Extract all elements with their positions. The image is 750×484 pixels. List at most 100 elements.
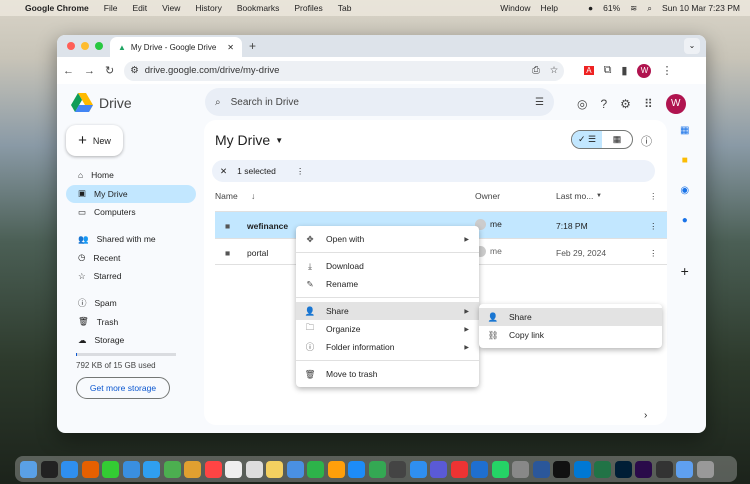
apps-grid-icon[interactable]: ⠿: [644, 97, 653, 111]
adobe-extension-icon[interactable]: A: [584, 66, 594, 75]
wifi-icon[interactable]: ≋: [630, 3, 637, 14]
dock-app-icon[interactable]: [655, 460, 673, 478]
dock-app-icon[interactable]: [409, 460, 427, 478]
new-tab-button[interactable]: +: [249, 39, 256, 53]
submenu-item-copy-link[interactable]: ⛓ Copy link: [479, 326, 662, 344]
dock-app-icon[interactable]: [184, 460, 201, 478]
calendar-icon[interactable]: ▦: [680, 125, 689, 136]
add-app-icon[interactable]: +: [681, 263, 689, 279]
dock-app-icon[interactable]: [61, 460, 78, 478]
dock-app-icon[interactable]: [163, 460, 181, 478]
dock-app-icon[interactable]: [40, 460, 58, 478]
menu-edit[interactable]: Edit: [132, 3, 147, 13]
close-window-button[interactable]: [67, 42, 75, 50]
menu-item-move-to-trash[interactable]: 🗑 Move to trash: [296, 365, 479, 383]
minimize-window-button[interactable]: [81, 42, 89, 50]
sidebar-item-my-drive[interactable]: ▣ My Drive: [66, 184, 196, 203]
dock-app-icon[interactable]: [532, 460, 550, 478]
chrome-menu-icon[interactable]: ⋮: [661, 64, 672, 77]
search-options-icon[interactable]: ☰: [535, 97, 544, 108]
dock-app-icon[interactable]: [512, 460, 529, 478]
site-info-icon[interactable]: ⚙: [130, 65, 139, 76]
dock-app-icon[interactable]: [102, 460, 119, 478]
tab-search-button[interactable]: ⌄: [684, 38, 700, 54]
get-more-storage-button[interactable]: Get more storage: [76, 377, 170, 399]
list-view-button[interactable]: ✓ ☰: [572, 131, 602, 148]
menu-item-folder-info[interactable]: ⓘ Folder information ▶: [296, 338, 479, 356]
menu-item-organize[interactable]: 🗀 Organize ▶: [296, 320, 479, 338]
menu-bookmarks[interactable]: Bookmarks: [237, 3, 280, 13]
sidebar-item-storage[interactable]: ☁ Storage: [66, 331, 196, 349]
details-info-icon[interactable]: ⓘ: [641, 133, 652, 149]
contacts-icon[interactable]: ●: [682, 215, 688, 226]
clear-selection-icon[interactable]: ✕: [220, 166, 227, 177]
file-name[interactable]: portal: [247, 248, 268, 258]
dock-app-icon[interactable]: [81, 460, 99, 478]
ready-offline-icon[interactable]: ◎: [577, 97, 587, 111]
profile-avatar[interactable]: W: [637, 63, 652, 78]
page-title[interactable]: My Drive ▼: [215, 132, 283, 148]
dock-app-icon[interactable]: [450, 460, 468, 478]
sidebar-item-home[interactable]: ⌂ Home: [66, 166, 196, 184]
menu-file[interactable]: File: [104, 3, 118, 13]
row-more-icon[interactable]: ⋮: [649, 221, 658, 232]
file-name[interactable]: wefinance: [247, 221, 288, 231]
dock-app-icon[interactable]: [389, 460, 406, 478]
close-tab-icon[interactable]: ✕: [227, 43, 234, 52]
dock-app-icon[interactable]: [635, 460, 652, 478]
status-icon[interactable]: ●: [588, 3, 593, 14]
browser-tab[interactable]: ▲ My Drive - Google Drive ✕: [110, 37, 242, 57]
menu-history[interactable]: History: [195, 3, 221, 13]
row-more-icon[interactable]: ⋮: [649, 248, 658, 259]
menu-profiles[interactable]: Profiles: [294, 3, 322, 13]
sidebar-item-spam[interactable]: ⓘ Spam: [66, 294, 196, 312]
sidebar-item-starred[interactable]: ☆ Starred: [66, 267, 196, 285]
forward-icon[interactable]: →: [84, 65, 95, 77]
bookmark-star-icon[interactable]: ☆: [550, 65, 559, 76]
more-actions-icon[interactable]: ⋮: [296, 166, 305, 177]
maximize-window-button[interactable]: [95, 42, 103, 50]
dock-app-icon[interactable]: [471, 460, 488, 478]
dock-app-icon[interactable]: [614, 460, 632, 478]
dock-app-icon[interactable]: [245, 460, 263, 478]
reload-icon[interactable]: ↻: [105, 64, 114, 77]
sort-arrow-icon[interactable]: ↓: [251, 191, 255, 201]
dock-app-icon[interactable]: [225, 460, 242, 478]
grid-view-button[interactable]: ▦: [602, 131, 632, 148]
dock-app-icon[interactable]: [676, 460, 693, 478]
menu-item-download[interactable]: ⤓ Download: [296, 257, 479, 275]
menu-window[interactable]: Window: [500, 3, 530, 14]
menu-tab[interactable]: Tab: [338, 3, 352, 13]
dock-app-icon[interactable]: [20, 460, 37, 478]
tasks-icon[interactable]: ◉: [680, 185, 689, 196]
dock-app-icon[interactable]: [430, 460, 447, 478]
account-avatar[interactable]: W: [665, 94, 686, 114]
dock-app-icon[interactable]: [553, 460, 570, 478]
menu-item-open-with[interactable]: ✥ Open with ▶: [296, 230, 479, 248]
datetime[interactable]: Sun 10 Mar 7:23 PM: [662, 3, 740, 14]
back-icon[interactable]: ←: [63, 65, 74, 77]
dock-app-icon[interactable]: [307, 460, 324, 478]
dock-app-icon[interactable]: [368, 460, 386, 478]
dock-app-icon[interactable]: [266, 460, 283, 478]
column-modified[interactable]: Last mo...: [556, 191, 593, 201]
submenu-item-share[interactable]: 👤 Share: [479, 308, 662, 326]
help-icon[interactable]: ?: [600, 97, 607, 111]
dock-app-icon[interactable]: [594, 460, 611, 478]
address-bar[interactable]: ⚙ drive.google.com/drive/my-drive ⎙ ☆: [124, 60, 565, 81]
dock-app-icon[interactable]: [204, 460, 222, 478]
search-input[interactable]: ⌕ Search in Drive ☰: [205, 88, 554, 116]
side-panel-icon[interactable]: ▮: [621, 64, 627, 77]
expand-panel-icon[interactable]: ›: [644, 410, 647, 421]
sidebar-item-computers[interactable]: ▭ Computers: [66, 203, 196, 221]
dock-app-icon[interactable]: [286, 460, 304, 478]
sidebar-item-shared[interactable]: 👥 Shared with me: [66, 230, 196, 248]
column-options-icon[interactable]: ⋮: [649, 191, 658, 202]
spotlight-icon[interactable]: ⌕: [647, 3, 652, 14]
menu-item-share[interactable]: 👤 Share ▶: [296, 302, 479, 320]
settings-gear-icon[interactable]: ⚙: [620, 97, 631, 111]
dock-app-icon[interactable]: [122, 460, 140, 478]
sidebar-item-trash[interactable]: 🗑 Trash: [66, 313, 196, 331]
extensions-icon[interactable]: ⧉: [604, 64, 612, 77]
dock-app-icon[interactable]: [327, 460, 345, 478]
